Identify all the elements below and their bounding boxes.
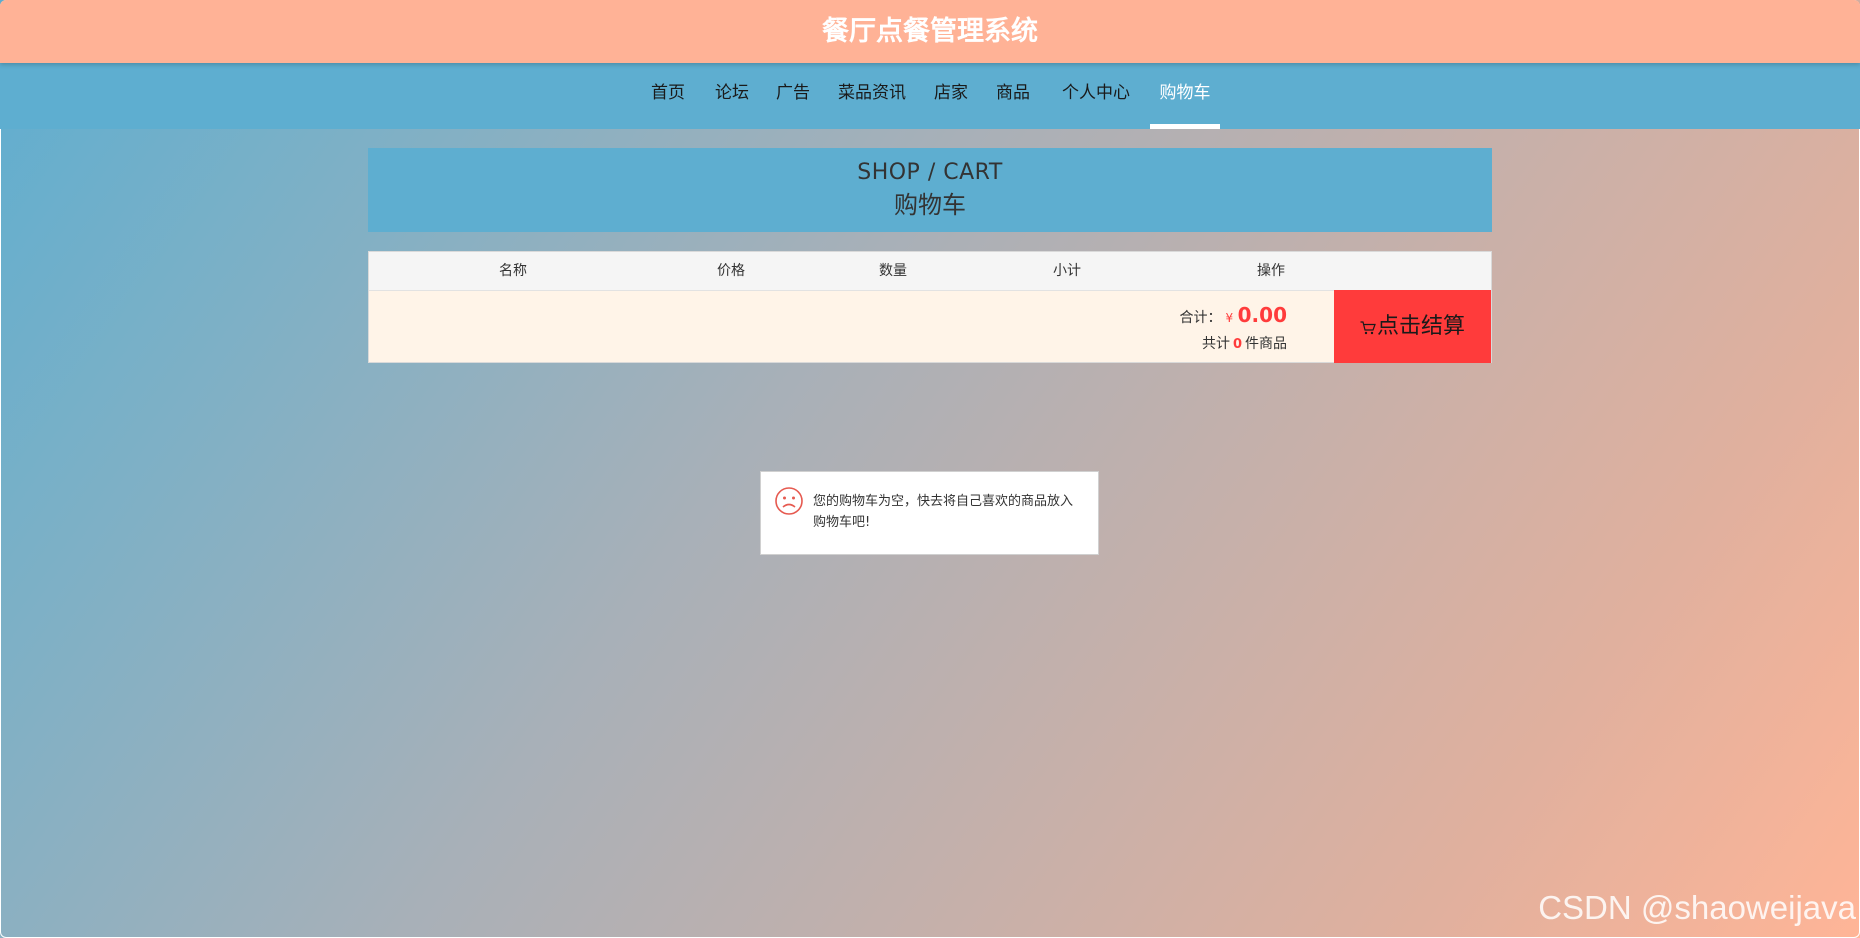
nav-item-forum[interactable]: 论坛 — [714, 63, 750, 129]
nav-item-dish-news[interactable]: 菜品资讯 — [836, 63, 908, 129]
total-line: 合计： ¥ 0.00 — [1180, 302, 1287, 331]
nav-item-personal-center[interactable]: 个人中心 — [1060, 63, 1132, 129]
cart-table-header: 名称 价格 数量 小计 操作 — [369, 252, 1491, 291]
checkout-button[interactable]: 点击结算 — [1334, 290, 1491, 363]
item-count-line: 共计 0 件商品 — [1180, 331, 1287, 358]
sad-face-icon — [775, 487, 803, 515]
column-header-price: 价格 — [717, 263, 745, 279]
banner-title-cn: 购物车 — [894, 191, 966, 219]
checkout-label: 点击结算 — [1376, 314, 1465, 339]
cart-summary: 合计： ¥ 0.00 共计 0 件商品 — [1180, 302, 1287, 358]
column-header-subtotal: 小计 — [1053, 263, 1081, 279]
cart-table: 名称 价格 数量 小计 操作 合计： ¥ 0.00 共计 0 件商品 点击结算 — [368, 251, 1492, 363]
cart-icon — [1360, 321, 1376, 335]
count-suffix: 件商品 — [1245, 336, 1287, 352]
total-label: 合计： — [1179, 310, 1222, 326]
column-header-actions: 操作 — [1257, 263, 1285, 279]
banner-title-en: SHOP / CART — [857, 160, 1003, 185]
count-prefix: 共计 — [1201, 336, 1230, 352]
currency-symbol: ¥ — [1225, 311, 1234, 325]
watermark: CSDN @shaoweijava — [1538, 889, 1856, 926]
app-title: 餐厅点餐管理系统 — [822, 16, 1038, 47]
nav-item-cart[interactable]: 购物车 — [1150, 63, 1220, 129]
total-amount: 0.00 — [1237, 303, 1287, 327]
item-count: 0 — [1232, 337, 1242, 352]
empty-message-text: 您的购物车为空，快去将自己喜欢的商品放入购物车吧! — [813, 494, 1074, 530]
nav-item-home[interactable]: 首页 — [650, 63, 686, 129]
column-header-quantity: 数量 — [879, 263, 907, 279]
empty-cart-message: 您的购物车为空，快去将自己喜欢的商品放入购物车吧! — [760, 471, 1099, 555]
column-header-name: 名称 — [499, 263, 527, 279]
page-banner: SHOP / CART 购物车 — [368, 148, 1492, 232]
main-nav: 首页 论坛 广告 菜品资讯 店家 商品 个人中心 购物车 — [0, 63, 1860, 129]
nav-item-ads[interactable]: 广告 — [775, 63, 811, 129]
nav-item-products[interactable]: 商品 — [995, 63, 1031, 129]
page-frame — [0, 0, 1860, 938]
app-header: 餐厅点餐管理系统 — [0, 0, 1860, 63]
nav-item-stores[interactable]: 店家 — [933, 63, 969, 129]
